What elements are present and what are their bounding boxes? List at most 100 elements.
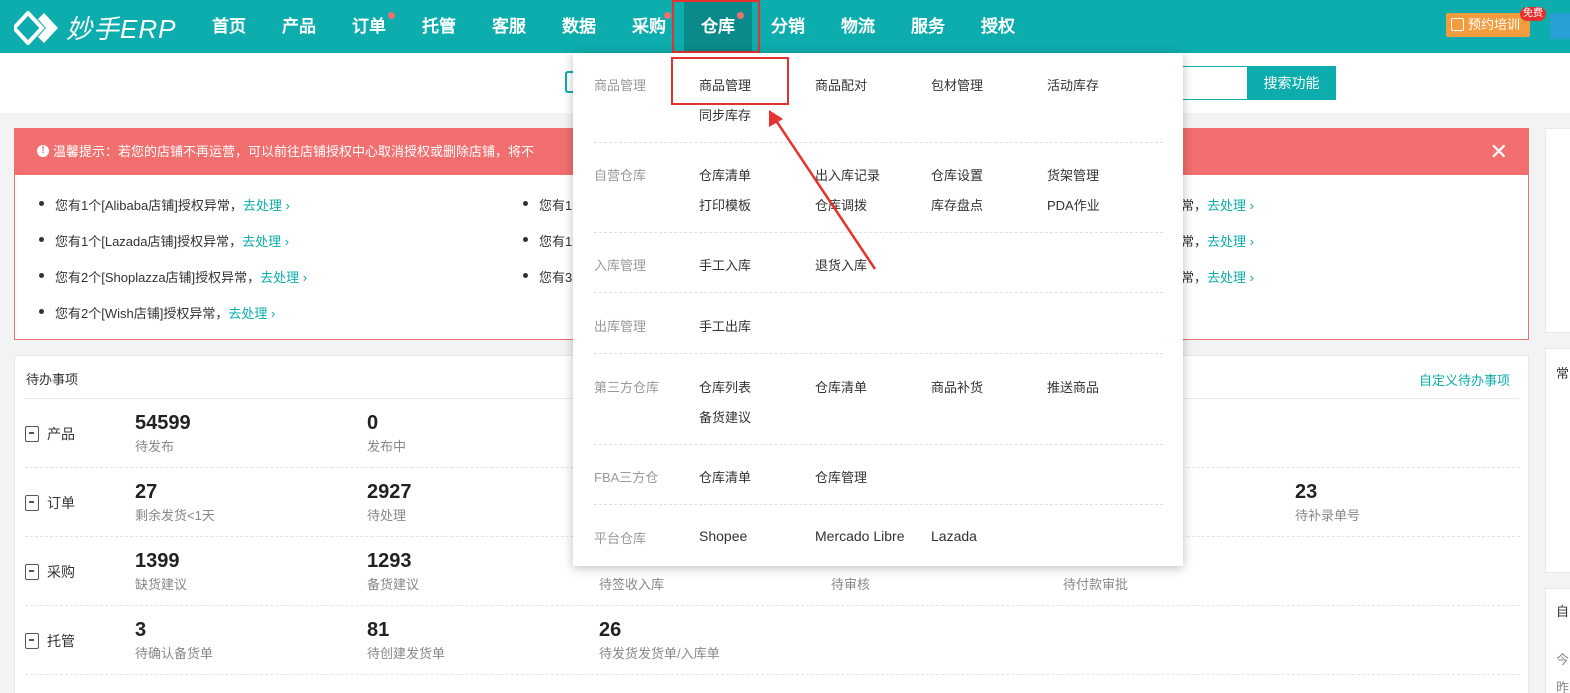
menu-item[interactable]: 备货建议	[699, 407, 751, 426]
nav-order-label: 订单	[352, 17, 386, 36]
cell-label: 待签收入库	[599, 577, 665, 592]
menu-item[interactable]: 仓库管理	[815, 467, 867, 486]
cell-count: 2927	[367, 481, 412, 503]
close-icon[interactable]: ✕	[1490, 129, 1508, 175]
nav-data-label: 数据	[562, 17, 596, 36]
menu-item[interactable]: Lazada	[931, 528, 977, 544]
menu-item-product-pairing[interactable]: 商品配对	[815, 75, 867, 94]
todo-title: 待办事项	[26, 372, 79, 387]
cell-label: 待发布	[135, 439, 175, 454]
menu-item[interactable]: Shopee	[699, 528, 747, 544]
menu-item[interactable]: 推送商品	[1047, 377, 1099, 396]
handle-link[interactable]: 去处理 ›	[243, 198, 290, 213]
function-search-input[interactable]	[1180, 66, 1248, 100]
alert-item-text: 您有2个[Wish店铺]授权异常，	[55, 306, 229, 321]
handle-link[interactable]: 去处理 ›	[1207, 198, 1254, 213]
todo-cell[interactable]: 2927 待处理	[367, 481, 412, 524]
todo-cell[interactable]: 23 待补录单号	[1295, 481, 1360, 524]
cell-count: 23	[1295, 481, 1318, 503]
nav-service[interactable]: 客服	[485, 0, 533, 53]
nav-service-label: 客服	[492, 17, 526, 36]
handle-link[interactable]: 去处理 ›	[242, 234, 289, 249]
nav-hosting[interactable]: 托管	[415, 0, 463, 53]
todo-cell[interactable]: 0 发布中	[367, 412, 406, 455]
top-nav-bar: 妙手ERP 首页 产品 订单 托管 客服 数据 采购 仓库 分销 物流 服务 授…	[0, 0, 1570, 53]
nav-order[interactable]: 订单	[345, 0, 395, 53]
menu-item-activity-stock[interactable]: 活动库存	[1047, 75, 1099, 94]
cell-count: 26	[599, 619, 622, 641]
menu-item[interactable]: PDA作业	[1047, 195, 1100, 214]
todo-cell[interactable]: 81 待创建发货单	[367, 619, 445, 662]
menu-category-label: 第三方仓库	[594, 380, 660, 395]
cell-label: 剩余发货<1天	[135, 508, 215, 523]
nav-home[interactable]: 首页	[205, 0, 253, 53]
menu-item-packaging[interactable]: 包材管理	[931, 75, 983, 94]
menu-category-label: FBA三方仓	[594, 470, 659, 485]
menu-item[interactable]: 仓库清单	[699, 467, 751, 486]
menu-item[interactable]: 货架管理	[1047, 165, 1099, 184]
alert-list-item: 您有1	[522, 231, 572, 250]
menu-item[interactable]: 商品补货	[931, 377, 983, 396]
search-function-button[interactable]: 搜索功能	[1247, 66, 1336, 100]
side-toggle-button[interactable]	[1550, 13, 1570, 39]
handle-link[interactable]: 去处理 ›	[1207, 270, 1254, 285]
menu-item[interactable]: 打印模板	[699, 195, 751, 214]
nav-data[interactable]: 数据	[555, 0, 603, 53]
menu-item[interactable]: 仓库调拨	[815, 195, 867, 214]
row-label: 托管	[47, 633, 75, 649]
alert-item-text: 您有1	[539, 198, 573, 213]
row-label: 产品	[47, 426, 75, 442]
nav-authorization[interactable]: 授权	[974, 0, 1022, 53]
handle-link[interactable]: 去处理 ›	[260, 270, 307, 285]
menu-item[interactable]: 库存盘点	[931, 195, 983, 214]
annotation-box-menu	[671, 57, 789, 105]
warehouse-dropdown-menu: 商品管理 商品管理 商品配对 包材管理 活动库存 同步库存 自营仓库 仓库清单 …	[573, 53, 1183, 566]
todo-row-purchase: 采购	[25, 562, 75, 582]
right-panel-line: 今	[1556, 652, 1570, 667]
alert-list-item-right: 常，去处理 ›	[1165, 231, 1254, 250]
nav-product[interactable]: 产品	[275, 0, 323, 53]
menu-divider	[594, 444, 1163, 445]
row-divider	[25, 605, 1520, 606]
menu-item[interactable]: 仓库清单	[815, 377, 867, 396]
nav-purchase[interactable]: 采购	[625, 0, 673, 53]
logo[interactable]: 妙手ERP	[14, 9, 176, 46]
free-badge: 免费	[1520, 7, 1546, 21]
customize-todo-link[interactable]: 自定义待办事项	[1419, 370, 1510, 389]
nav-distribution-label: 分销	[771, 17, 805, 36]
alert-list-item-right: 常，去处理 ›	[1165, 195, 1254, 214]
alert-list-item: 您有3	[522, 267, 572, 286]
cell-label: 缺货建议	[135, 577, 188, 592]
book-training-button[interactable]: 预约培训	[1446, 13, 1530, 37]
nav-distribution[interactable]: 分销	[764, 0, 812, 53]
todo-cell[interactable]: 26 待发货发货单/入库单	[599, 619, 720, 662]
menu-item[interactable]: 出入库记录	[815, 165, 880, 184]
cell-label: 待补录单号	[1295, 508, 1361, 523]
product-icon	[25, 426, 39, 442]
todo-row-order: 订单	[25, 493, 75, 513]
menu-item[interactable]: 仓库清单	[699, 165, 751, 184]
todo-cell[interactable]: 1399 缺货建议	[135, 550, 187, 593]
menu-divider	[594, 504, 1163, 505]
menu-item[interactable]: 手工入库	[699, 255, 751, 274]
todo-cell[interactable]: 27 剩余发货<1天	[135, 481, 215, 524]
todo-cell[interactable]: 1293 备货建议	[367, 550, 419, 593]
menu-item[interactable]: 退货入库	[815, 255, 867, 274]
todo-cell[interactable]: 3 待确认备货单	[135, 619, 213, 662]
nav-logistics[interactable]: 物流	[834, 0, 882, 53]
handle-link[interactable]: 去处理 ›	[1207, 234, 1254, 249]
alert-text: 温馨提示：若您的店铺不再运营，可以前往店铺授权中心取消授权或删除店铺，将不	[53, 144, 535, 159]
search-box-edge	[565, 71, 573, 93]
menu-item[interactable]: 仓库设置	[931, 165, 983, 184]
alert-item-text: 您有1个[Alibaba店铺]授权异常，	[55, 198, 243, 213]
menu-item-sync-stock[interactable]: 同步库存	[699, 105, 751, 124]
hosting-icon	[25, 633, 39, 649]
cell-label: 待确认备货单	[135, 646, 214, 661]
handle-link[interactable]: 去处理 ›	[228, 306, 275, 321]
menu-item[interactable]: 手工出库	[699, 316, 751, 335]
menu-item[interactable]: Mercado Libre	[815, 528, 905, 544]
alert-item-text: 常，	[1181, 198, 1208, 213]
nav-services[interactable]: 服务	[904, 0, 952, 53]
todo-cell[interactable]: 54599 待发布	[135, 412, 191, 455]
menu-item[interactable]: 仓库列表	[699, 377, 751, 396]
